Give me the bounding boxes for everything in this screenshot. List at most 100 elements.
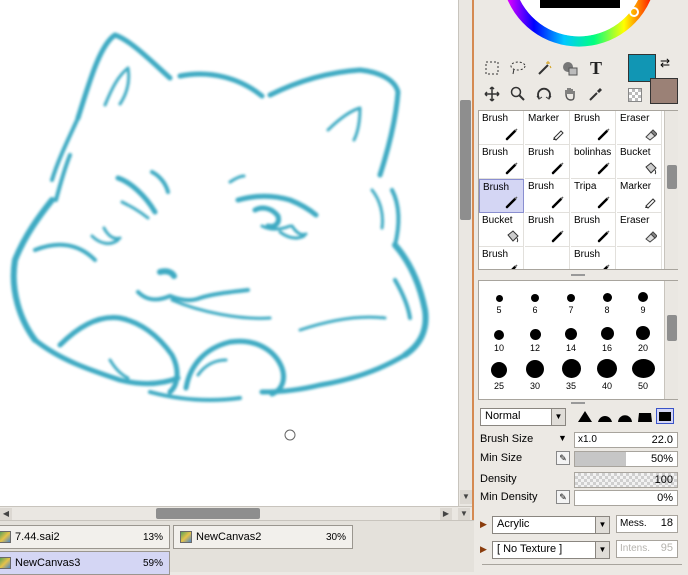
mess-field[interactable]: Mess. 18 (616, 515, 678, 533)
tab-newcanvas2[interactable]: NewCanvas2 30% (173, 525, 353, 549)
size-preset-5[interactable]: 5 (481, 283, 517, 317)
canvas-vertical-scrollbar[interactable]: ▼ (458, 0, 472, 506)
texture-select[interactable]: Acrylic ▼ (492, 516, 610, 534)
brush-slot-eraser[interactable]: Eraser (617, 111, 662, 145)
brush-slot-brush[interactable]: Brush (479, 111, 524, 145)
min-density-slider[interactable]: 0% (574, 490, 678, 506)
size-preset-10[interactable]: 10 (481, 321, 517, 355)
brush-shape-square-icon[interactable] (656, 408, 674, 424)
size-preset-14[interactable]: 14 (553, 321, 589, 355)
brush-slot-tripa[interactable]: Tripa (571, 179, 616, 213)
pen-pressure-icon[interactable]: ✎ (556, 490, 570, 504)
size-label: 10 (493, 343, 504, 353)
swap-colors-icon[interactable]: ⇄ (660, 56, 670, 70)
size-preset-50[interactable]: 50 (625, 359, 661, 393)
brush-slot-bucket[interactable]: Bucket (479, 213, 524, 247)
color-wheel[interactable] (474, 0, 688, 52)
brush-shape-sharp-icon[interactable] (576, 408, 594, 424)
brush-shape-soft-icon[interactable] (616, 408, 634, 424)
brush-icon (597, 161, 611, 175)
brush-icon (505, 263, 519, 269)
brush-slot-brush[interactable]: Brush (571, 111, 616, 145)
min-size-slider[interactable]: 50% (574, 451, 678, 467)
brush-slot-bucket[interactable]: Bucket (617, 145, 662, 179)
size-preset-12[interactable]: 12 (517, 321, 553, 355)
size-label: 35 (565, 381, 576, 391)
hand-icon[interactable] (558, 82, 582, 106)
vertical-scroll-thumb[interactable] (460, 100, 471, 220)
tab-name: NewCanvas3 (15, 557, 81, 569)
size-scroll-thumb[interactable] (667, 315, 677, 341)
lasso-icon[interactable] (506, 56, 530, 80)
brush-grid-scrollbar[interactable] (664, 111, 678, 269)
brush-tool-grid: Brush Marker Brush Eraser Brush Brush bolinhas… (478, 110, 678, 270)
eyedropper-icon[interactable] (584, 82, 608, 106)
size-label: 25 (493, 381, 504, 391)
brush-size-slider[interactable]: x1.0 22.0 (574, 432, 678, 448)
brush-slot-empty[interactable] (617, 247, 662, 269)
move-icon[interactable] (480, 82, 504, 106)
color-picker-shape-icon[interactable] (558, 56, 582, 80)
brush-size-value: 22.0 (651, 434, 673, 446)
size-preset-30[interactable]: 30 (517, 359, 553, 393)
brush-slot-empty[interactable] (525, 247, 570, 269)
scroll-down-arrow-icon[interactable]: ▼ (458, 508, 470, 520)
intensity-field[interactable]: Intens. 95 (616, 540, 678, 558)
size-preset-7[interactable]: 7 (553, 283, 589, 317)
tab-7-44-sai2[interactable]: 7.44.sai2 13% (0, 525, 170, 549)
tab-newcanvas3[interactable]: NewCanvas3 59% (0, 551, 170, 575)
horizontal-scroll-thumb[interactable] (156, 508, 260, 519)
brush-slot-brush[interactable]: Brush (479, 247, 524, 269)
size-dot-icon (631, 359, 655, 378)
brush-slot-brush[interactable]: Brush (525, 179, 570, 213)
size-preset-35[interactable]: 35 (553, 359, 589, 393)
size-preset-20[interactable]: 20 (625, 321, 661, 355)
brush-slot-marker[interactable]: Marker (617, 179, 662, 213)
size-preset-40[interactable]: 40 (589, 359, 625, 393)
rect-select-icon[interactable] (480, 56, 504, 80)
blend-mode-select[interactable]: Normal ▼ (480, 408, 566, 426)
scroll-down-arrow-icon[interactable]: ▼ (460, 490, 472, 504)
brush-slot-brush[interactable]: Brush (479, 145, 524, 179)
magic-wand-icon[interactable] (532, 56, 556, 80)
tab-name: 7.44.sai2 (15, 531, 60, 543)
expand-arrow-icon[interactable]: ▶ (480, 519, 487, 530)
brush-slot-brush[interactable]: Brush (571, 213, 616, 247)
brush-slot-marker[interactable]: Marker (525, 111, 570, 145)
chevron-down-icon[interactable]: ▼ (558, 433, 567, 443)
pen-pressure-icon[interactable]: ✎ (556, 451, 570, 465)
canvas[interactable] (0, 0, 458, 506)
min-density-value: 0% (657, 492, 673, 504)
brush-scroll-thumb[interactable] (667, 165, 677, 189)
canvas-horizontal-scrollbar[interactable]: ◀ ▶ ▼ (0, 506, 472, 520)
bucket-icon (505, 229, 519, 243)
density-slider[interactable]: 100 (574, 472, 678, 488)
size-preset-9[interactable]: 9 (625, 283, 661, 317)
text-tool-icon[interactable]: T (584, 56, 608, 80)
background-color-swatch[interactable] (650, 78, 678, 104)
brush-slot-brush[interactable]: Brush (525, 213, 570, 247)
rotate-icon[interactable] (532, 82, 556, 106)
brush-slot-label: Brush (482, 249, 509, 260)
brush-slot-eraser[interactable]: Eraser (617, 213, 662, 247)
size-grid-scrollbar[interactable] (664, 281, 678, 399)
brush-size-multiplier[interactable]: x1.0 (578, 434, 597, 445)
size-preset-16[interactable]: 16 (589, 321, 625, 355)
brush-shape-round-icon[interactable] (596, 408, 614, 424)
transparent-color-icon[interactable] (628, 88, 642, 102)
brush-slot-brush[interactable]: Brush (525, 145, 570, 179)
scroll-left-arrow-icon[interactable]: ◀ (0, 508, 12, 520)
brush-slot-bolinhas[interactable]: bolinhas (571, 145, 616, 179)
zoom-icon[interactable] (506, 82, 530, 106)
paper-texture-select[interactable]: [ No Texture ] ▼ (492, 541, 610, 559)
size-preset-25[interactable]: 25 (481, 359, 517, 393)
brush-shape-flat-icon[interactable] (636, 408, 654, 424)
size-dot-icon (531, 294, 539, 302)
brush-slot-brush[interactable]: Brush (479, 179, 524, 213)
size-preset-8[interactable]: 8 (589, 283, 625, 317)
scroll-right-arrow-icon[interactable]: ▶ (440, 508, 452, 520)
panel-resize-grip[interactable] (478, 272, 678, 278)
expand-arrow-icon[interactable]: ▶ (480, 544, 487, 555)
brush-slot-brush[interactable]: Brush (571, 247, 616, 269)
size-preset-6[interactable]: 6 (517, 283, 553, 317)
